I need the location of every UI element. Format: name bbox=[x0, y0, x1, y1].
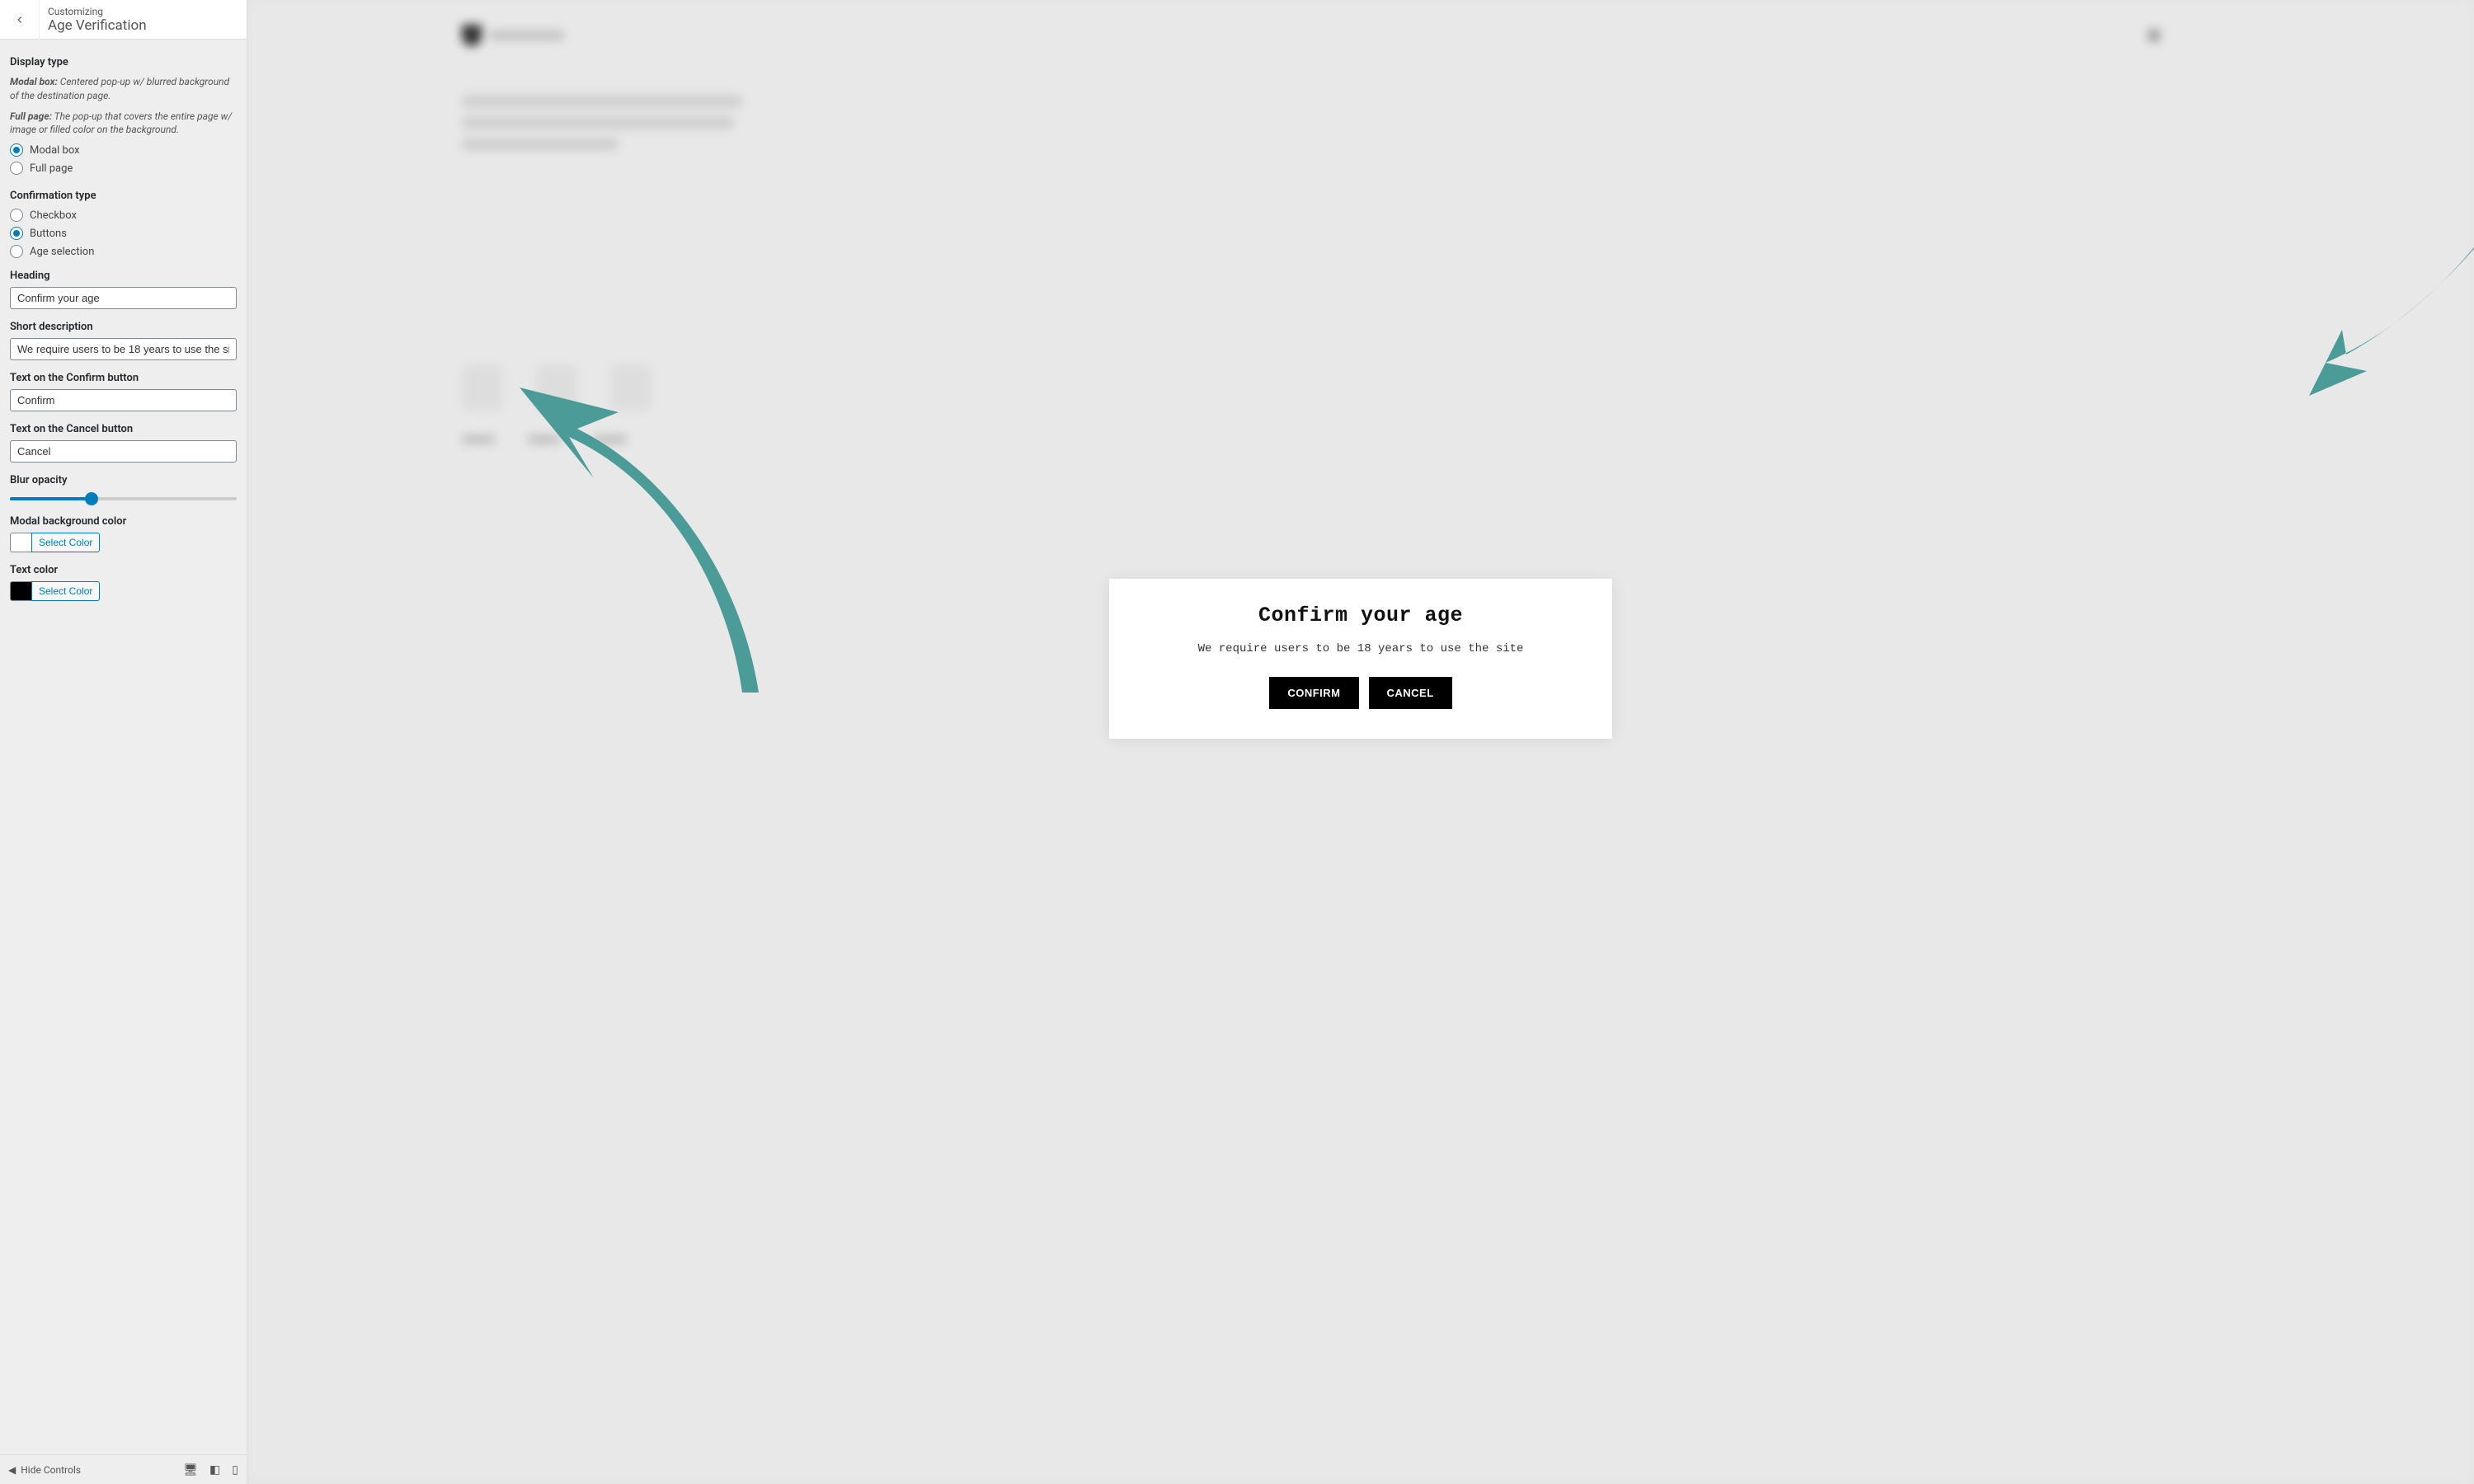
modal-bg-swatch[interactable] bbox=[10, 533, 31, 552]
annotation-arrow-right bbox=[2309, 247, 2474, 462]
page-title: Age Verification bbox=[48, 17, 147, 34]
heading-input[interactable] bbox=[10, 287, 237, 309]
annotation-arrow-left bbox=[495, 363, 767, 709]
desktop-icon[interactable]: 🖥 bbox=[183, 1463, 198, 1477]
chevron-left-icon bbox=[14, 14, 26, 26]
display-type-help-full: Full page: The pop-up that covers the en… bbox=[10, 110, 237, 138]
short-desc-label: Short description bbox=[10, 321, 237, 333]
collapse-icon: ◀ bbox=[8, 1464, 16, 1476]
radio-checkbox[interactable]: Checkbox bbox=[10, 209, 237, 222]
modal-bg-color-row: Select Color bbox=[10, 533, 237, 552]
modal-bg-select-button[interactable]: Select Color bbox=[31, 533, 100, 552]
radio-full-page[interactable]: Full page bbox=[10, 162, 237, 175]
confirm-button[interactable]: CONFIRM bbox=[1269, 677, 1358, 709]
confirm-text-input[interactable] bbox=[10, 389, 237, 411]
radio-buttons[interactable]: Buttons bbox=[10, 227, 237, 240]
sidebar-header: Customizing Age Verification bbox=[0, 0, 247, 40]
display-type-help-modal: Modal box: Centered pop-up w/ blurred ba… bbox=[10, 75, 237, 103]
blur-opacity-label: Blur opacity bbox=[10, 474, 237, 486]
confirmation-type-title: Confirmation type bbox=[10, 190, 237, 202]
radio-modal-box[interactable]: Modal box bbox=[10, 143, 237, 157]
hide-controls-button[interactable]: ◀ Hide Controls bbox=[8, 1464, 81, 1476]
text-color-select-button[interactable]: Select Color bbox=[31, 581, 100, 601]
blur-opacity-slider[interactable] bbox=[10, 497, 237, 500]
preview-blurred-bg bbox=[247, 0, 2474, 1484]
modal-description: We require users to be 18 years to use t… bbox=[1126, 642, 1596, 655]
header-breadcrumb: Customizing bbox=[48, 6, 147, 17]
mobile-icon[interactable]: ▯ bbox=[232, 1463, 238, 1477]
modal-buttons: CONFIRM CANCEL bbox=[1126, 677, 1596, 709]
radio-age-selection[interactable]: Age selection bbox=[10, 245, 237, 258]
short-desc-input[interactable] bbox=[10, 338, 237, 360]
text-color-label: Text color bbox=[10, 564, 237, 576]
modal-title: Confirm your age bbox=[1126, 603, 1596, 627]
age-verification-modal: Confirm your age We require users to be … bbox=[1109, 579, 1612, 739]
cancel-button[interactable]: CANCEL bbox=[1369, 677, 1452, 709]
preview-pane: Confirm your age We require users to be … bbox=[247, 0, 2474, 1484]
cancel-text-input[interactable] bbox=[10, 440, 237, 463]
sidebar-body: Display type Modal box: Centered pop-up … bbox=[0, 40, 247, 1454]
device-icons: 🖥 ◧ ▯ bbox=[183, 1463, 238, 1477]
display-type-title: Display type bbox=[10, 56, 237, 68]
text-color-row: Select Color bbox=[10, 581, 237, 601]
sidebar-footer: ◀ Hide Controls 🖥 ◧ ▯ bbox=[0, 1454, 247, 1484]
cancel-text-label: Text on the Cancel button bbox=[10, 423, 237, 435]
header-text: Customizing Age Verification bbox=[40, 2, 155, 37]
confirm-text-label: Text on the Confirm button bbox=[10, 372, 237, 384]
customizer-sidebar: Customizing Age Verification Display typ… bbox=[0, 0, 247, 1484]
text-color-swatch[interactable] bbox=[10, 581, 31, 601]
back-button[interactable] bbox=[0, 0, 40, 40]
heading-label: Heading bbox=[10, 270, 237, 282]
modal-bg-label: Modal background color bbox=[10, 515, 237, 528]
tablet-icon[interactable]: ◧ bbox=[209, 1463, 220, 1477]
